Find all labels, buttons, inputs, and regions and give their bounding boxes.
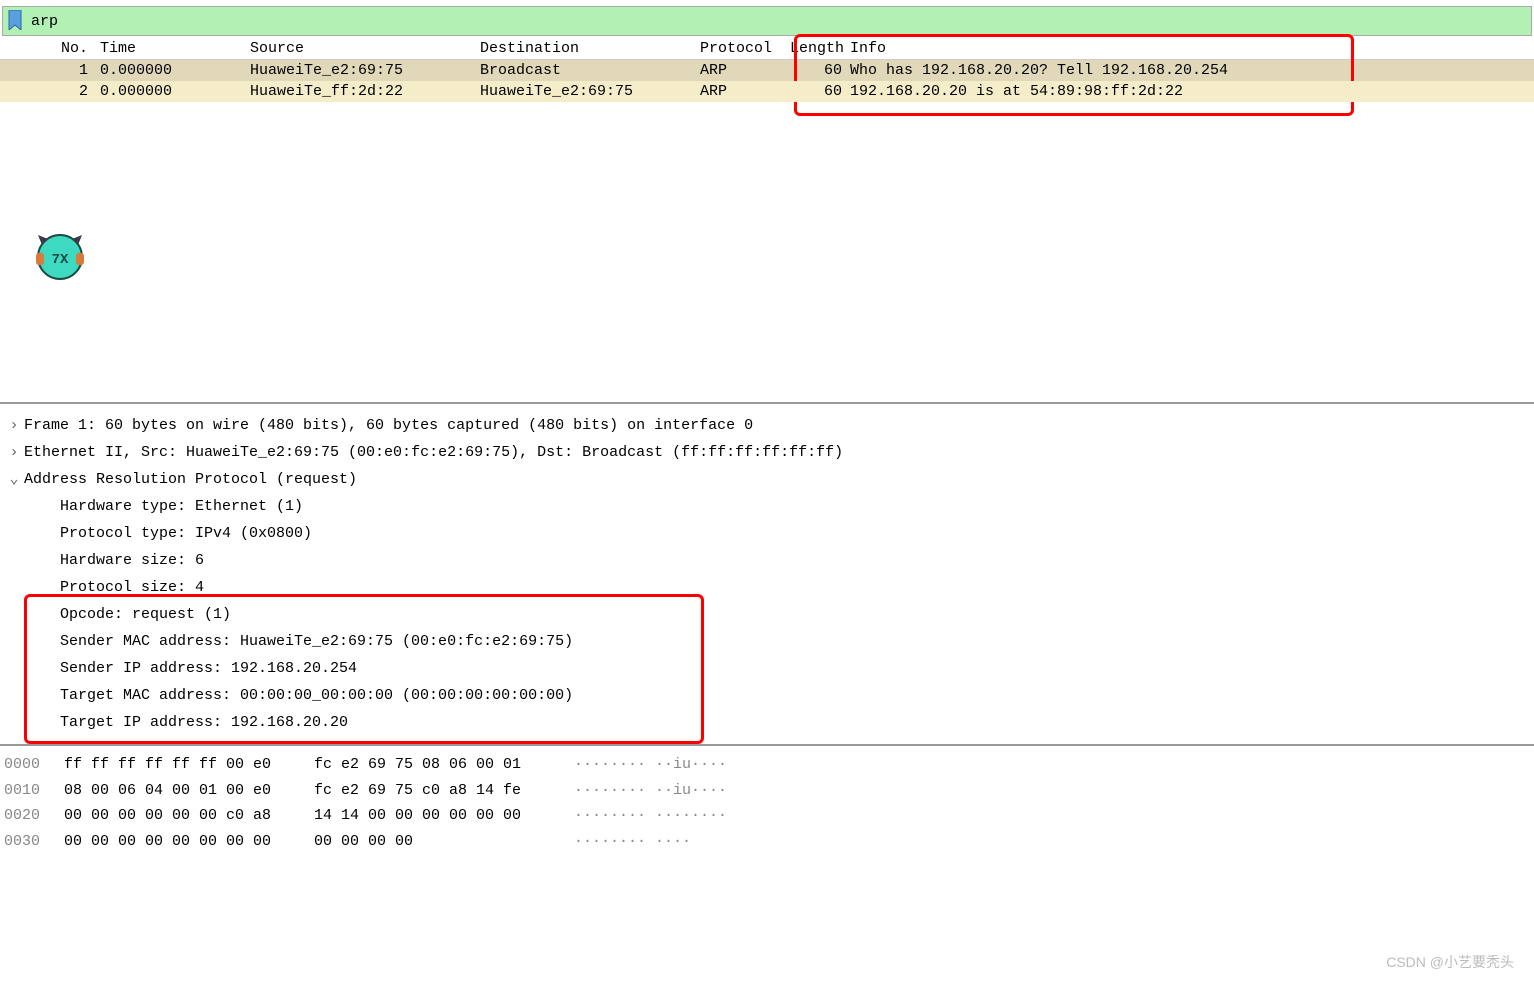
packet-list-header[interactable]: No. Time Source Destination Protocol Len… xyxy=(0,38,1534,60)
tree-label: Frame 1: 60 bytes on wire (480 bits), 60… xyxy=(24,412,753,439)
tree-child[interactable]: Sender MAC address: HuaweiTe_e2:69:75 (0… xyxy=(4,628,1530,655)
cell-info: Who has 192.168.20.20? Tell 192.168.20.2… xyxy=(850,62,1534,79)
cell-destination: HuaweiTe_e2:69:75 xyxy=(480,83,700,100)
hex-bytes: 00 00 00 00 00 00 00 00 xyxy=(64,829,314,855)
svg-text:7X: 7X xyxy=(52,252,69,268)
cell-source: HuaweiTe_ff:2d:22 xyxy=(250,83,480,100)
tree-child[interactable]: Hardware type: Ethernet (1) xyxy=(4,493,1530,520)
hex-dump-pane[interactable]: 0000 ff ff ff ff ff ff 00 e0 fc e2 69 75… xyxy=(0,744,1534,860)
tree-child[interactable]: Target IP address: 192.168.20.20 xyxy=(4,709,1530,736)
hex-ascii: ········ ··iu···· xyxy=(574,778,727,804)
cell-info: 192.168.20.20 is at 54:89:98:ff:2d:22 xyxy=(850,83,1534,100)
collapse-icon[interactable]: ⌄ xyxy=(4,466,24,493)
col-header-destination[interactable]: Destination xyxy=(480,40,700,57)
packet-details-pane[interactable]: › Frame 1: 60 bytes on wire (480 bits), … xyxy=(0,402,1534,744)
cell-no: 2 xyxy=(0,83,100,100)
tree-child[interactable]: Protocol type: IPv4 (0x0800) xyxy=(4,520,1530,547)
hex-offset: 0030 xyxy=(4,829,64,855)
watermark-text: CSDN @小艺要秃头 xyxy=(1386,952,1514,972)
expand-icon[interactable]: › xyxy=(4,412,24,439)
filter-bar xyxy=(2,6,1532,36)
hex-ascii: ········ ··iu···· xyxy=(574,752,727,778)
tree-item-ethernet[interactable]: › Ethernet II, Src: HuaweiTe_e2:69:75 (0… xyxy=(4,439,1530,466)
cell-length: 60 xyxy=(790,83,850,100)
col-header-time[interactable]: Time xyxy=(100,40,250,57)
cell-length: 60 xyxy=(790,62,850,79)
hex-bytes: ff ff ff ff ff ff 00 e0 xyxy=(64,752,314,778)
col-header-source[interactable]: Source xyxy=(250,40,480,57)
tree-child[interactable]: Opcode: request (1) xyxy=(4,601,1530,628)
hex-bytes: fc e2 69 75 08 06 00 01 xyxy=(314,752,574,778)
col-header-no[interactable]: No. xyxy=(0,40,100,57)
hex-bytes: 14 14 00 00 00 00 00 00 xyxy=(314,803,574,829)
tree-child[interactable]: Target MAC address: 00:00:00_00:00:00 (0… xyxy=(4,682,1530,709)
tree-item-arp[interactable]: ⌄ Address Resolution Protocol (request) xyxy=(4,466,1530,493)
cell-time: 0.000000 xyxy=(100,83,250,100)
cell-destination: Broadcast xyxy=(480,62,700,79)
expand-icon[interactable]: › xyxy=(4,439,24,466)
tree-label: Ethernet II, Src: HuaweiTe_e2:69:75 (00:… xyxy=(24,439,843,466)
tree-child[interactable]: Sender IP address: 192.168.20.254 xyxy=(4,655,1530,682)
hex-bytes: fc e2 69 75 c0 a8 14 fe xyxy=(314,778,574,804)
cell-protocol: ARP xyxy=(700,62,790,79)
hex-ascii: ········ ········ xyxy=(574,803,727,829)
cell-protocol: ARP xyxy=(700,83,790,100)
cell-no: 1 xyxy=(0,62,100,79)
hex-offset: 0000 xyxy=(4,752,64,778)
tree-child[interactable]: Hardware size: 6 xyxy=(4,547,1530,574)
col-header-length[interactable]: Length xyxy=(790,40,850,57)
col-header-info[interactable]: Info xyxy=(850,40,1534,57)
hex-bytes: 00 00 00 00 xyxy=(314,829,574,855)
tree-child[interactable]: Protocol size: 4 xyxy=(4,574,1530,601)
hex-offset: 0020 xyxy=(4,803,64,829)
hex-row[interactable]: 0030 00 00 00 00 00 00 00 00 00 00 00 00… xyxy=(4,829,1530,855)
col-header-protocol[interactable]: Protocol xyxy=(700,40,790,57)
display-filter-input[interactable] xyxy=(31,13,1527,30)
tree-item-frame[interactable]: › Frame 1: 60 bytes on wire (480 bits), … xyxy=(4,412,1530,439)
hex-row[interactable]: 0000 ff ff ff ff ff ff 00 e0 fc e2 69 75… xyxy=(4,752,1530,778)
bookmark-icon[interactable] xyxy=(7,10,25,32)
hex-row[interactable]: 0020 00 00 00 00 00 00 c0 a8 14 14 00 00… xyxy=(4,803,1530,829)
cell-source: HuaweiTe_e2:69:75 xyxy=(250,62,480,79)
tree-label: Address Resolution Protocol (request) xyxy=(24,466,357,493)
hex-row[interactable]: 0010 08 00 06 04 00 01 00 e0 fc e2 69 75… xyxy=(4,778,1530,804)
hex-bytes: 00 00 00 00 00 00 c0 a8 xyxy=(64,803,314,829)
hex-bytes: 08 00 06 04 00 01 00 e0 xyxy=(64,778,314,804)
packet-row[interactable]: 1 0.000000 HuaweiTe_e2:69:75 Broadcast A… xyxy=(0,60,1534,81)
hex-offset: 0010 xyxy=(4,778,64,804)
packet-row[interactable]: 2 0.000000 HuaweiTe_ff:2d:22 HuaweiTe_e2… xyxy=(0,81,1534,102)
cat-logo-icon: 7X xyxy=(30,225,90,285)
cell-time: 0.000000 xyxy=(100,62,250,79)
hex-ascii: ········ ···· xyxy=(574,829,691,855)
packet-list: No. Time Source Destination Protocol Len… xyxy=(0,38,1534,102)
